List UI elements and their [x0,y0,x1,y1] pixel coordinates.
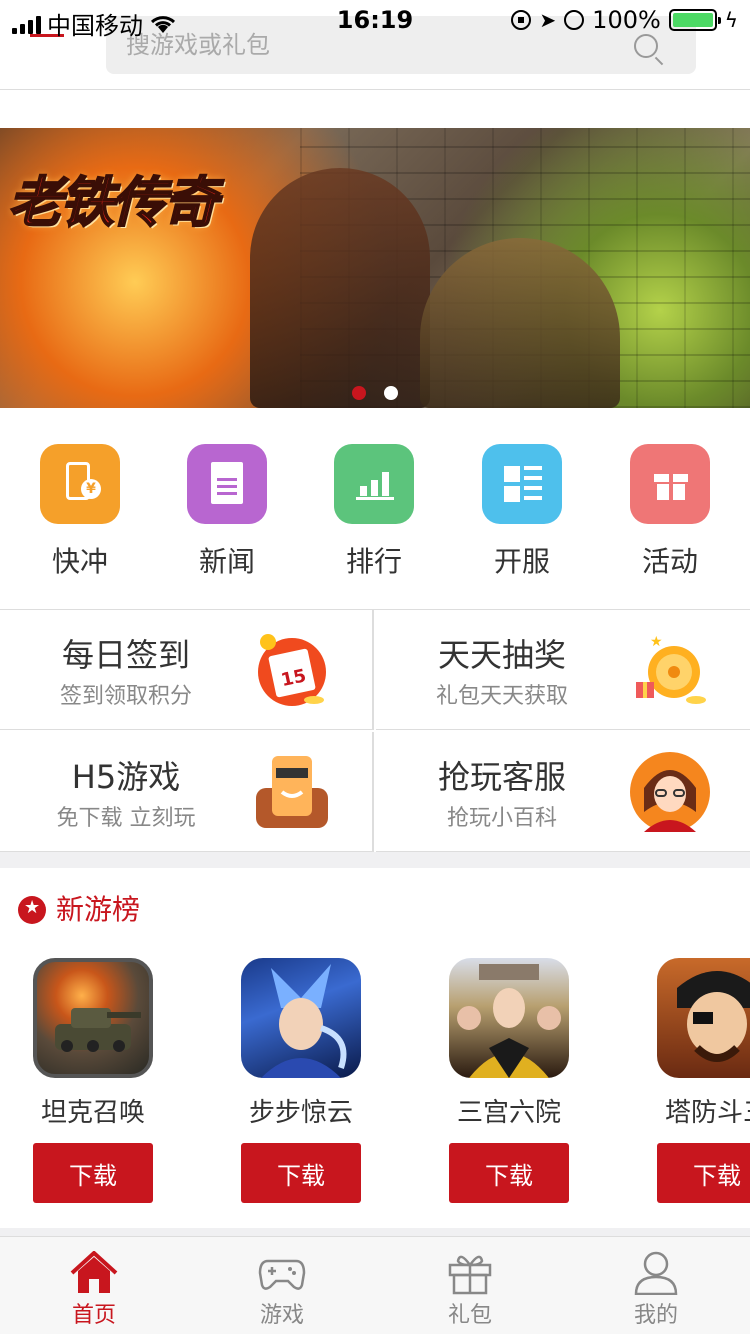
tab-profile[interactable]: 我的 [562,1237,750,1334]
quick-nav-activity[interactable]: 活动 [610,444,730,580]
tab-label: 礼包 [447,1303,492,1328]
medal-icon [18,892,46,924]
banner-warrior-figure [250,168,430,408]
banner-dot-2[interactable] [384,386,398,400]
download-button[interactable]: 下载 [33,1143,153,1203]
feature-title: 每日签到 [61,636,190,674]
quick-nav-label: 快冲 [51,545,108,578]
battery-percent: 100% [592,6,661,34]
tab-home[interactable]: 首页 [0,1237,188,1334]
feature-subtitle: 礼包天天获取 [435,684,568,709]
feature-daily-lottery[interactable]: 天天抽奖 礼包天天获取 ★ [376,610,750,730]
rotation-lock-icon [511,10,532,30]
alarm-icon [564,10,585,30]
game-icon-tank[interactable] [33,958,153,1078]
quick-nav-recharge[interactable]: 快冲 [20,444,140,580]
gamepad-icon [258,1251,306,1295]
banner-game-logo: 老铁传奇 [7,169,219,235]
feature-daily-checkin[interactable]: 每日签到 签到领取积分 15 [0,610,374,730]
section-divider [0,852,750,868]
game-card[interactable]: 坦克召唤 下载 [8,958,178,1203]
ranking-bar-chart-icon [334,444,414,524]
game-icon-sangongliuyuan[interactable] [449,958,569,1078]
download-button[interactable]: 下载 [449,1143,569,1203]
feature-subtitle: 抢玩小百科 [446,806,557,831]
game-card[interactable]: 三宫六院 下载 [424,958,594,1203]
bottom-tab-bar: 首页 游戏 礼包 我的 [0,1236,750,1334]
banner-dot-1[interactable] [352,386,366,400]
tab-label: 我的 [633,1303,678,1328]
promo-banner[interactable]: 老铁传奇 [0,128,750,408]
feature-title: H5游戏 [71,758,181,796]
feature-title: 天天抽奖 [437,636,566,674]
game-icon-bubujingyun[interactable] [241,958,361,1078]
quick-nav-label: 排行 [345,545,402,578]
user-icon [632,1251,680,1296]
quick-nav-label: 新闻 [198,545,255,578]
charging-icon: ϟ [724,8,738,32]
feature-grid: 每日签到 签到领取积分 15 天天抽奖 礼包天天获取 ★ H5游戏 免下载 立刻… [0,610,750,852]
home-page: 中国移动 16:19 ➤ 100% ϟ 老铁传奇 快冲 新闻 [0,0,750,1334]
lottery-wheel-icon: ★ [630,630,710,710]
tab-label: 首页 [71,1303,116,1328]
customer-service-avatar-icon [630,752,710,832]
download-button[interactable]: 下载 [241,1143,361,1203]
quick-nav-label: 开服 [493,545,550,578]
feature-subtitle: 免下载 立刻玩 [56,806,196,831]
game-name: 步步惊云 [248,1098,353,1128]
battery-icon [668,9,721,31]
quick-nav: 快冲 新闻 排行 开服 活动 [0,410,750,610]
feature-customer-service[interactable]: 抢玩客服 抢玩小百科 [376,732,750,852]
game-name: 三宫六院 [456,1098,561,1128]
game-name: 塔防斗三 [664,1098,750,1128]
status-bar: 中国移动 16:19 ➤ 100% ϟ [0,0,750,40]
quick-nav-label: 活动 [641,545,698,578]
location-icon: ➤ [539,8,557,32]
quick-nav-news[interactable]: 新闻 [167,444,287,580]
new-games-header: 新游榜 [18,888,140,928]
quick-nav-ranking[interactable]: 排行 [314,444,434,580]
tab-label: 游戏 [259,1303,304,1328]
calendar-icon: 15 [252,630,332,710]
new-games-list: 坦克召唤 下载 步步惊云 下载 三宫六院 下载 塔防斗三 下载 [0,958,750,1218]
tab-gifts[interactable]: 礼包 [376,1237,564,1334]
gift-icon [446,1251,494,1295]
game-card[interactable]: 步步惊云 下载 [216,958,386,1203]
server-grid-icon [482,444,562,524]
h5-phone-character-icon [252,752,332,832]
game-name: 坦克召唤 [40,1098,145,1128]
tab-games[interactable]: 游戏 [188,1237,376,1334]
game-icon-tafangdousan[interactable] [657,958,750,1078]
feature-subtitle: 签到领取积分 [59,684,192,709]
feature-h5-games[interactable]: H5游戏 免下载 立刻玩 [0,732,374,852]
news-document-icon [187,444,267,524]
recharge-phone-icon [40,444,120,524]
section-divider [0,1228,750,1236]
section-title: 新游榜 [56,893,141,926]
activity-gift-icon [630,444,710,524]
home-icon [70,1250,118,1295]
feature-title: 抢玩客服 [437,758,566,796]
svg-text:★: ★ [650,634,663,650]
download-button[interactable]: 下载 [657,1143,750,1203]
status-right: ➤ 100% ϟ [511,6,738,34]
game-card[interactable]: 塔防斗三 下载 [632,958,750,1203]
quick-nav-server[interactable]: 开服 [462,444,582,580]
banner-pagination [352,386,398,400]
